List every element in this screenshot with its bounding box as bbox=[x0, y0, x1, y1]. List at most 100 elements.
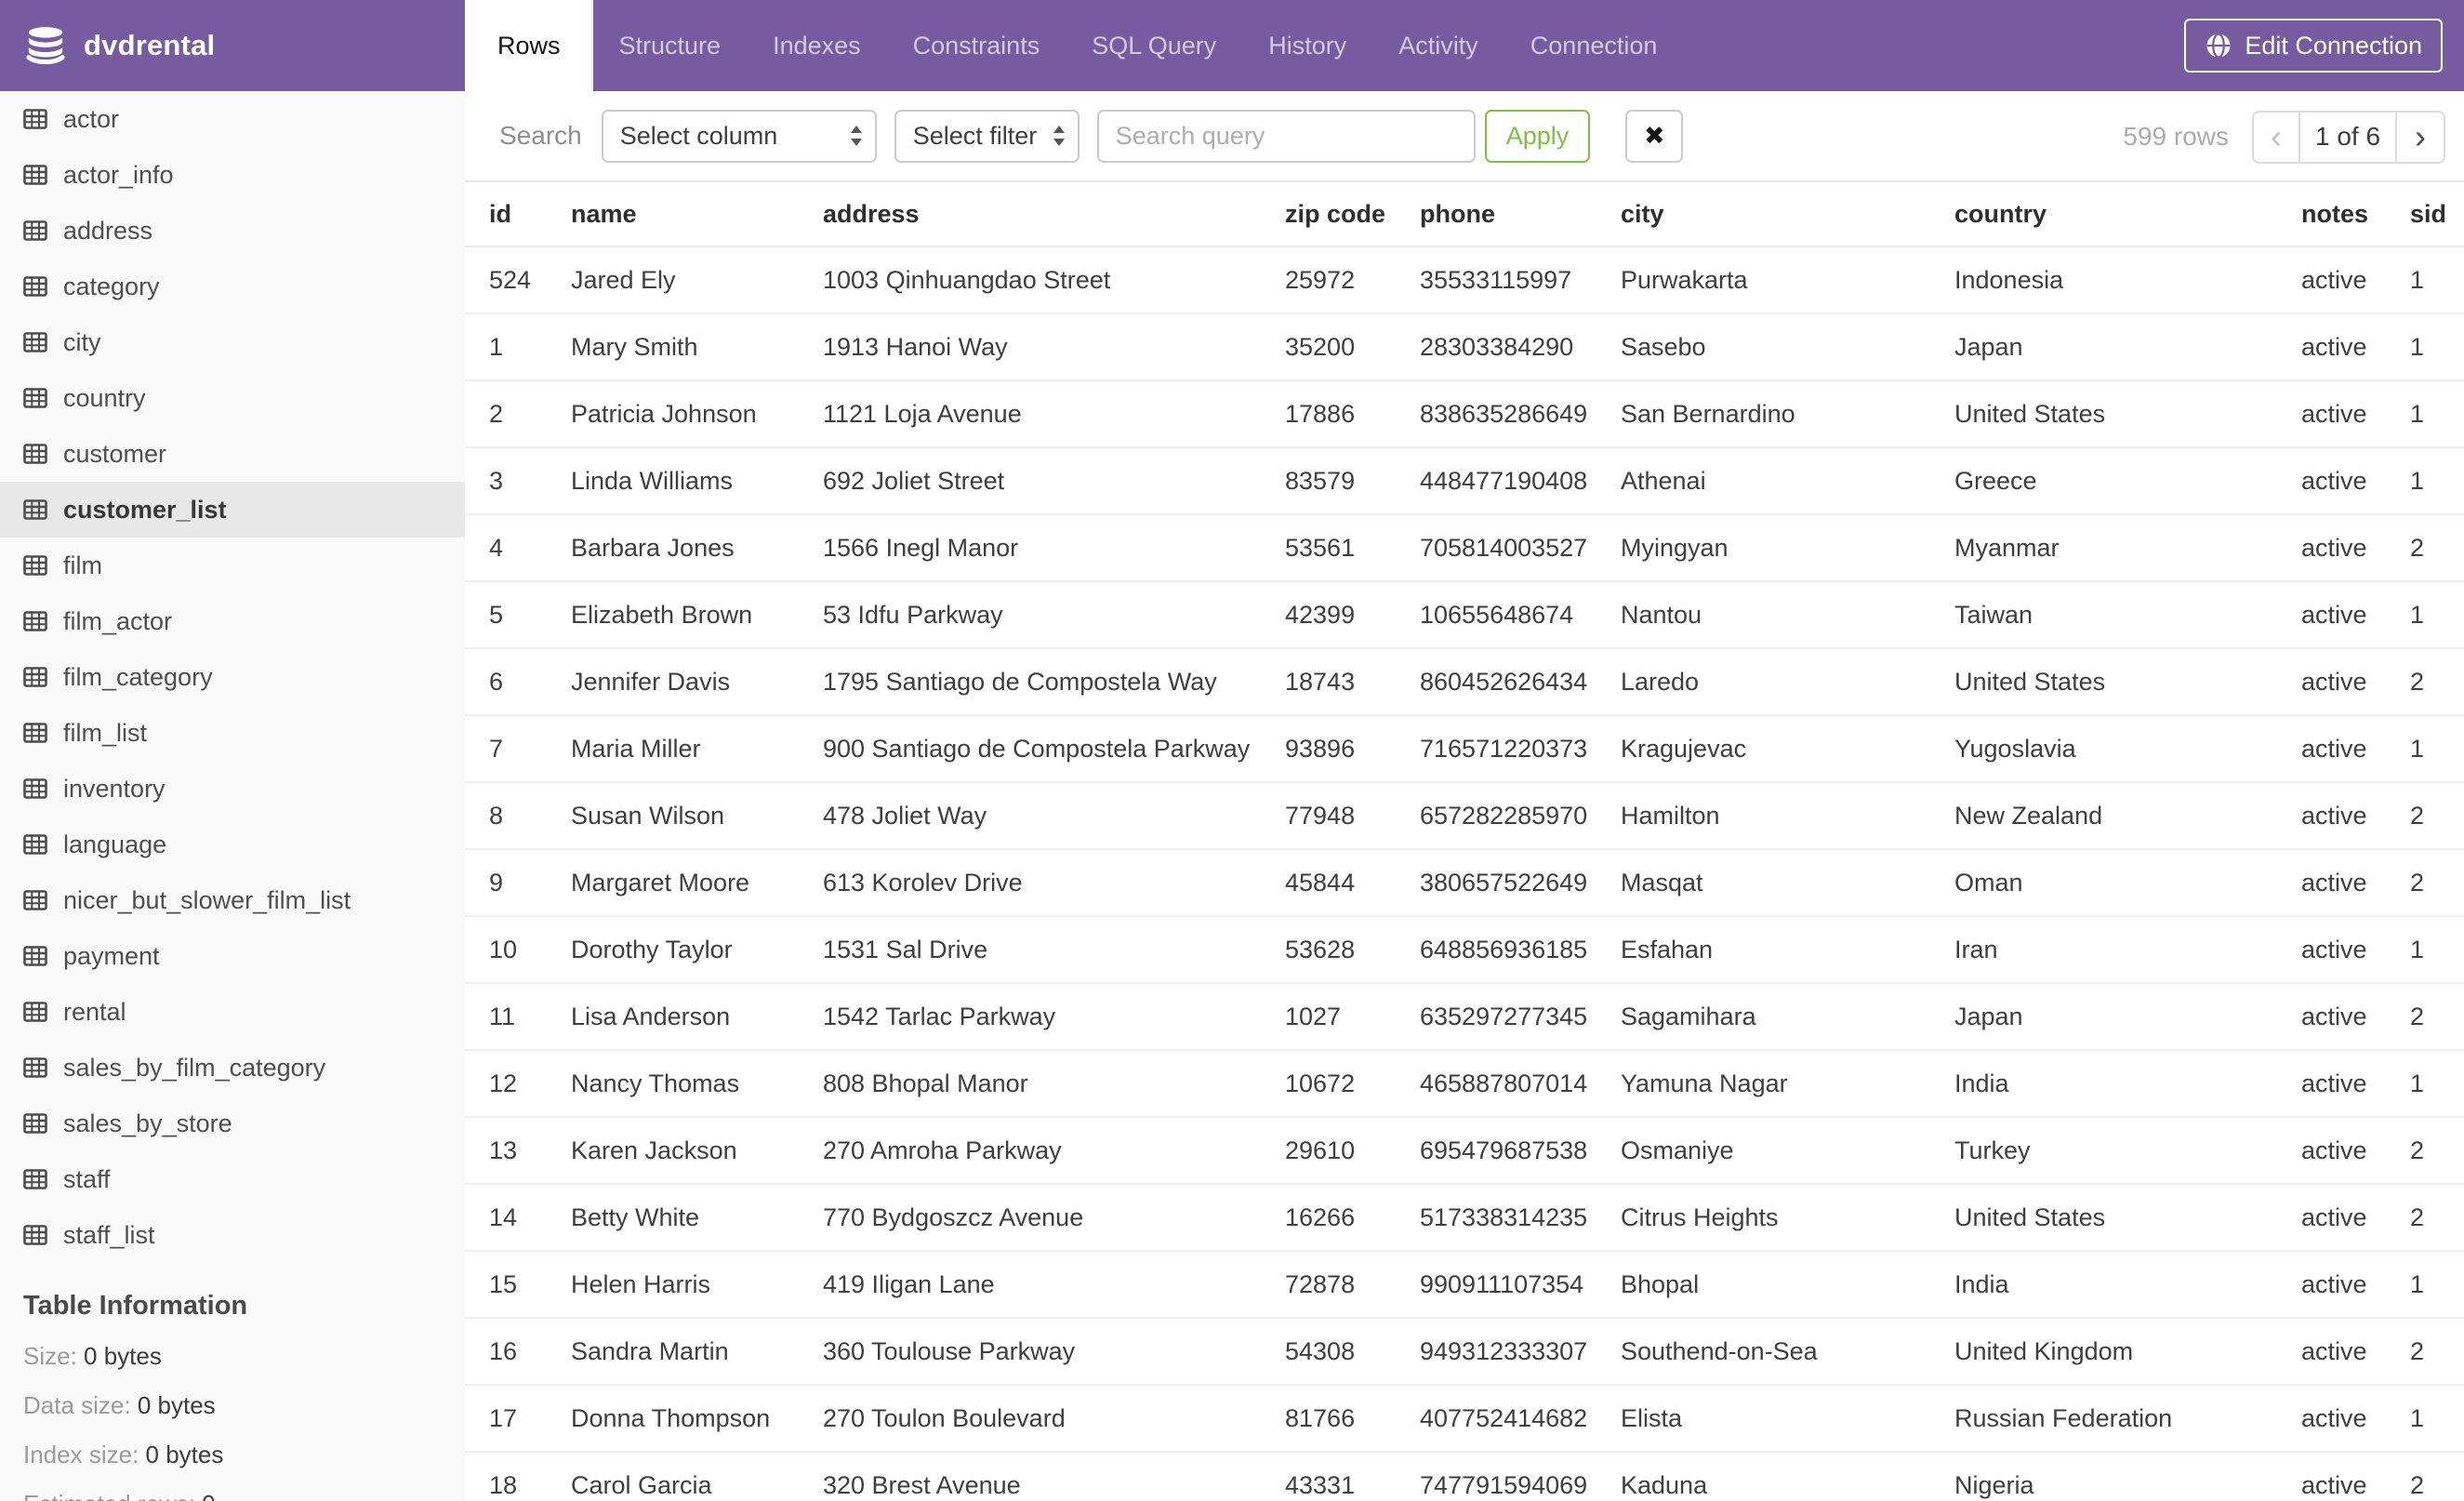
column-header-phone[interactable]: phone bbox=[1419, 182, 1620, 247]
table-row[interactable]: 9 Margaret Moore 613 Korolev Drive 45844 380… bbox=[465, 849, 2464, 917]
tab-activity[interactable]: Activity bbox=[1372, 0, 1504, 91]
table-row[interactable]: 14 Betty White 770 Bydgoszcz Avenue 16266 51… bbox=[465, 1184, 2464, 1252]
sidebar-item-actor[interactable]: actor bbox=[0, 91, 465, 147]
cell-sid: 1 bbox=[2409, 1251, 2464, 1319]
column-header-zip-code[interactable]: zip code bbox=[1284, 182, 1419, 247]
clear-filter-button[interactable]: ✖ bbox=[1625, 109, 1684, 163]
cell-city: Sasebo bbox=[1620, 313, 1954, 381]
prev-page-button[interactable]: ‹ bbox=[2254, 112, 2300, 162]
next-page-button[interactable]: › bbox=[2397, 112, 2444, 162]
cell-zip-code: 25972 bbox=[1284, 246, 1419, 314]
table-row[interactable]: 3 Linda Williams 692 Joliet Street 83579 448… bbox=[465, 447, 2464, 515]
cell-zip-code: 53561 bbox=[1284, 514, 1419, 582]
table-icon bbox=[23, 499, 47, 520]
sidebar-item-address[interactable]: address bbox=[0, 203, 465, 259]
column-header-country[interactable]: country bbox=[1954, 182, 2300, 247]
sidebar-item-country[interactable]: country bbox=[0, 370, 465, 426]
sidebar-item-actor_info[interactable]: actor_info bbox=[0, 147, 465, 203]
sidebar-item-rental[interactable]: rental bbox=[0, 984, 465, 1040]
table-info-item: Estimated rows: 0 bbox=[23, 1490, 465, 1501]
cell-sid: 1 bbox=[2409, 313, 2464, 381]
table-row[interactable]: 12 Nancy Thomas 808 Bhopal Manor 10672 46588… bbox=[465, 1050, 2464, 1118]
table-icon bbox=[23, 165, 47, 185]
column-header-address[interactable]: address bbox=[822, 182, 1284, 247]
sidebar-item-city[interactable]: city bbox=[0, 314, 465, 370]
table-icon bbox=[23, 388, 47, 408]
edit-connection-button[interactable]: Edit Connection bbox=[2184, 19, 2443, 73]
sidebar-item-staff_list[interactable]: staff_list bbox=[0, 1207, 465, 1263]
table-row[interactable]: 524 Jared Ely 1003 Qinhuangdao Street 25972… bbox=[465, 246, 2464, 314]
tab-history[interactable]: History bbox=[1242, 0, 1372, 91]
select-caret-icon bbox=[1053, 126, 1065, 146]
filter-select[interactable]: Select filter bbox=[894, 109, 1080, 163]
sidebar-item-sales_by_film_category[interactable]: sales_by_film_category bbox=[0, 1040, 465, 1096]
table-row[interactable]: 6 Jennifer Davis 1795 Santiago de Composte… bbox=[465, 648, 2464, 716]
cell-sid: 2 bbox=[2409, 1452, 2464, 1501]
sidebar-item-inventory[interactable]: inventory bbox=[0, 761, 465, 817]
cell-id: 10 bbox=[465, 916, 570, 984]
column-header-name[interactable]: name bbox=[570, 182, 822, 247]
sidebar-item-staff[interactable]: staff bbox=[0, 1151, 465, 1207]
cell-name: Patricia Johnson bbox=[570, 380, 822, 448]
tab-connection[interactable]: Connection bbox=[1504, 0, 1684, 91]
sidebar-item-film_category[interactable]: film_category bbox=[0, 649, 465, 705]
table-row[interactable]: 7 Maria Miller 900 Santiago de Compostela … bbox=[465, 715, 2464, 783]
table-row[interactable]: 16 Sandra Martin 360 Toulouse Parkway 54308… bbox=[465, 1318, 2464, 1386]
table-name: staff bbox=[63, 1164, 111, 1193]
tab-indexes[interactable]: Indexes bbox=[747, 0, 887, 91]
sidebar-item-film_list[interactable]: film_list bbox=[0, 705, 465, 761]
tab-rows[interactable]: Rows bbox=[465, 0, 593, 91]
table-row[interactable]: 17 Donna Thompson 270 Toulon Boulevard 8176… bbox=[465, 1385, 2464, 1453]
table-row[interactable]: 1 Mary Smith 1913 Hanoi Way 35200 2830338429… bbox=[465, 313, 2464, 381]
tab-sql-query[interactable]: SQL Query bbox=[1066, 0, 1242, 91]
cell-country: United Kingdom bbox=[1954, 1318, 2300, 1386]
cell-notes: active bbox=[2300, 1318, 2409, 1386]
cell-phone: 695479687538 bbox=[1419, 1117, 1620, 1185]
cell-zip-code: 29610 bbox=[1284, 1117, 1419, 1185]
sidebar-item-customer[interactable]: customer bbox=[0, 426, 465, 482]
sidebar-item-payment[interactable]: payment bbox=[0, 928, 465, 984]
table-row[interactable]: 5 Elizabeth Brown 53 Idfu Parkway 42399 1065… bbox=[465, 581, 2464, 649]
page-indicator: 1 of 6 bbox=[2300, 112, 2397, 162]
cell-city: Myingyan bbox=[1620, 514, 1954, 582]
cell-country: United States bbox=[1954, 380, 2300, 448]
cell-name: Sandra Martin bbox=[570, 1318, 822, 1386]
table-row[interactable]: 18 Carol Garcia 320 Brest Avenue 43331 74779… bbox=[465, 1452, 2464, 1501]
cell-name: Maria Miller bbox=[570, 715, 822, 783]
table-row[interactable]: 11 Lisa Anderson 1542 Tarlac Parkway 1027 63… bbox=[465, 983, 2464, 1051]
cell-sid: 2 bbox=[2409, 648, 2464, 716]
cell-zip-code: 16266 bbox=[1284, 1184, 1419, 1252]
table-row[interactable]: 10 Dorothy Taylor 1531 Sal Drive 53628 64885… bbox=[465, 916, 2464, 984]
column-header-sid[interactable]: sid bbox=[2409, 182, 2464, 247]
column-header-city[interactable]: city bbox=[1620, 182, 1954, 247]
table-icon bbox=[23, 1057, 47, 1078]
sidebar-item-language[interactable]: language bbox=[0, 817, 465, 872]
table-row[interactable]: 2 Patricia Johnson 1121 Loja Avenue 17886 83… bbox=[465, 380, 2464, 448]
cell-notes: active bbox=[2300, 916, 2409, 984]
tab-constraints[interactable]: Constraints bbox=[887, 0, 1066, 91]
column-select[interactable]: Select column bbox=[601, 109, 877, 163]
column-header-notes[interactable]: notes bbox=[2300, 182, 2409, 247]
apply-button[interactable]: Apply bbox=[1484, 109, 1591, 163]
table-row[interactable]: 13 Karen Jackson 270 Amroha Parkway 29610 69… bbox=[465, 1117, 2464, 1185]
cell-notes: active bbox=[2300, 782, 2409, 850]
sidebar-item-sales_by_store[interactable]: sales_by_store bbox=[0, 1096, 465, 1151]
tab-structure[interactable]: Structure bbox=[593, 0, 748, 91]
cell-notes: active bbox=[2300, 1117, 2409, 1185]
table-row[interactable]: 8 Susan Wilson 478 Joliet Way 77948 65728228… bbox=[465, 782, 2464, 850]
cell-name: Karen Jackson bbox=[570, 1117, 822, 1185]
cell-city: Kragujevac bbox=[1620, 715, 1954, 783]
sidebar-item-nicer_but_slower_film_list[interactable]: nicer_but_slower_film_list bbox=[0, 872, 465, 928]
sidebar-item-film[interactable]: film bbox=[0, 538, 465, 593]
table-row[interactable]: 15 Helen Harris 419 Iligan Lane 72878 990911… bbox=[465, 1251, 2464, 1319]
table-row[interactable]: 4 Barbara Jones 1566 Inegl Manor 53561 70581… bbox=[465, 514, 2464, 582]
cell-name: Nancy Thomas bbox=[570, 1050, 822, 1118]
table-name: sales_by_store bbox=[63, 1109, 232, 1137]
cell-address: 270 Toulon Boulevard bbox=[822, 1385, 1284, 1453]
sidebar-item-customer_list[interactable]: customer_list bbox=[0, 482, 465, 538]
search-input[interactable] bbox=[1096, 109, 1476, 163]
column-header-id[interactable]: id bbox=[465, 182, 570, 247]
database-name: dvdrental bbox=[84, 29, 216, 61]
sidebar-item-film_actor[interactable]: film_actor bbox=[0, 593, 465, 649]
sidebar-item-category[interactable]: category bbox=[0, 259, 465, 314]
